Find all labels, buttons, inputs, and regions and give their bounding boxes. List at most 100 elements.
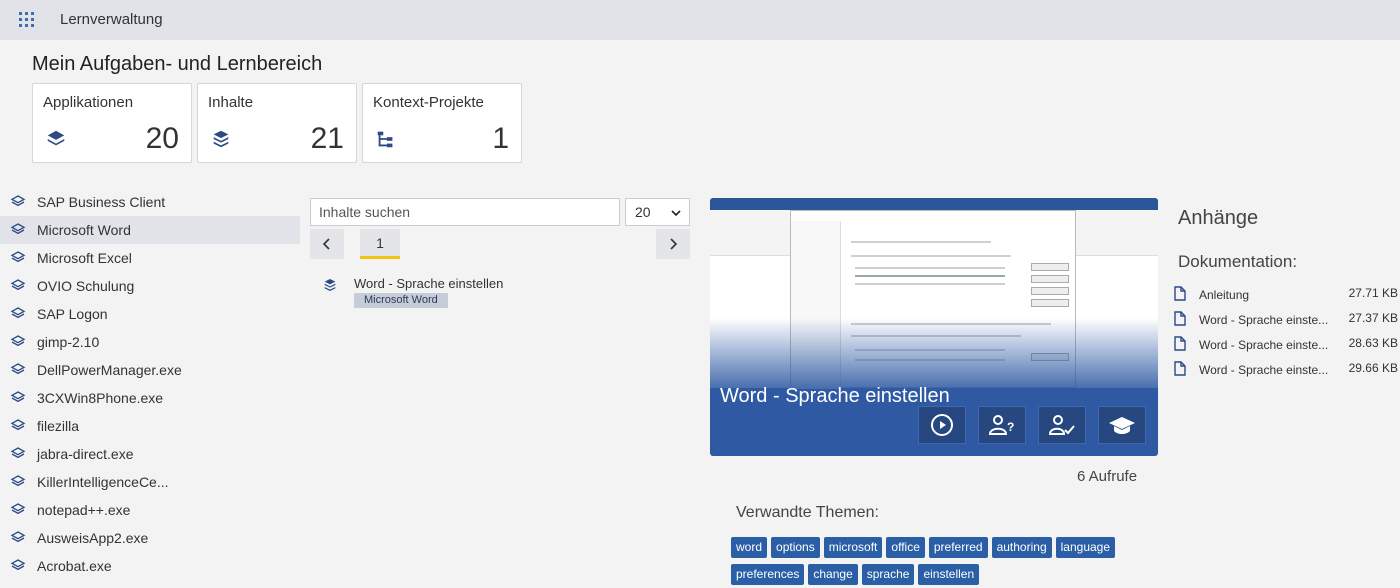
- stack-icon: [213, 130, 229, 148]
- application-label: KillerIntelligenceCe...: [37, 474, 169, 490]
- application-list-item[interactable]: gimp-2.10: [0, 328, 300, 356]
- content-preview-card: Word - Sprache einstellen ?: [710, 198, 1158, 456]
- page-size-value: 20: [635, 204, 651, 220]
- topic-tag[interactable]: preferences: [731, 564, 805, 585]
- view-count: 6 Aufrufe: [1077, 468, 1138, 485]
- application-label: AusweisApp2.exe: [37, 530, 149, 546]
- topic-tag[interactable]: options: [771, 537, 820, 558]
- topic-tag[interactable]: language: [1055, 537, 1116, 558]
- pager-current-page[interactable]: 1: [360, 229, 400, 259]
- attachment-size: 29.66 KB: [1348, 361, 1398, 375]
- application-list-item[interactable]: OVIO Schulung: [0, 272, 300, 300]
- application-label: DellPowerManager.exe: [37, 362, 182, 378]
- content-title: Word - Sprache einstellen: [354, 276, 504, 291]
- application-list-item[interactable]: Microsoft Excel: [0, 244, 300, 272]
- topic-tag[interactable]: word: [731, 537, 768, 558]
- attachment-size: 27.37 KB: [1348, 311, 1398, 325]
- application-list-item[interactable]: DellPowerManager.exe: [0, 356, 300, 384]
- application-list-item[interactable]: SAP Business Client: [0, 188, 300, 216]
- attachment-row[interactable]: Anleitung 27.71 KB: [1174, 286, 1400, 306]
- application-list-item[interactable]: Acrobat.exe: [0, 552, 300, 580]
- attachment-row[interactable]: Word - Sprache einste... 29.66 KB: [1174, 361, 1400, 381]
- app-grid-icon[interactable]: [19, 12, 34, 27]
- layers-icon: [10, 531, 26, 543]
- application-list-item[interactable]: Microsoft Word: [0, 216, 300, 244]
- attachments-title: Anhänge: [1178, 207, 1259, 229]
- application-list-item[interactable]: filezilla: [0, 412, 300, 440]
- application-list-item[interactable]: 3CXWin8Phone.exe: [0, 384, 300, 412]
- stat-card-context-projects[interactable]: Kontext-Projekte 1: [362, 83, 522, 163]
- stat-label: Kontext-Projekte: [373, 94, 484, 111]
- attachment-name: Word - Sprache einste...: [1199, 363, 1329, 377]
- application-label: 3CXWin8Phone.exe: [37, 390, 164, 406]
- layers-icon: [10, 279, 26, 291]
- application-list-item[interactable]: notepad++.exe: [0, 496, 300, 524]
- stat-card-applications[interactable]: Applikationen 20: [32, 83, 192, 163]
- topic-tag[interactable]: microsoft: [823, 537, 883, 558]
- layers-icon: [10, 419, 26, 431]
- attachment-size: 28.63 KB: [1348, 336, 1398, 350]
- layers-icon: [10, 363, 26, 375]
- layers-icon: [10, 475, 26, 487]
- attachment-row[interactable]: Word - Sprache einste... 28.63 KB: [1174, 336, 1400, 356]
- chevron-down-icon: [671, 210, 681, 217]
- stat-label: Applikationen: [43, 94, 134, 111]
- application-label: notepad++.exe: [37, 502, 131, 518]
- related-topics-tags: word options microsoft office preferred autho…: [731, 537, 1151, 585]
- layers-icon: [10, 251, 26, 263]
- layers-icon: [47, 130, 65, 146]
- practice-button[interactable]: [1038, 406, 1086, 444]
- file-icon: [1174, 286, 1186, 301]
- topic-tag[interactable]: office: [886, 537, 925, 558]
- layers-icon: [10, 391, 26, 403]
- related-topics-title: Verwandte Themen:: [736, 504, 879, 521]
- sitemap-icon: [377, 131, 393, 148]
- layers-icon: [10, 559, 26, 571]
- application-label: OVIO Schulung: [37, 278, 135, 294]
- stat-value: 1: [492, 122, 509, 155]
- stat-card-contents[interactable]: Inhalte 21: [197, 83, 357, 163]
- topic-tag[interactable]: change: [808, 564, 858, 585]
- stack-icon: [324, 279, 336, 291]
- layers-icon: [10, 223, 26, 235]
- topic-tag[interactable]: authoring: [991, 537, 1052, 558]
- attachment-name: Anleitung: [1199, 288, 1250, 302]
- svg-text:?: ?: [1007, 420, 1014, 434]
- stat-value: 20: [145, 122, 179, 155]
- attachment-row[interactable]: Word - Sprache einste... 27.37 KB: [1174, 311, 1400, 331]
- documentation-heading: Dokumentation:: [1178, 252, 1298, 271]
- page-size-select[interactable]: 20: [625, 198, 690, 226]
- application-label: SAP Logon: [37, 306, 108, 322]
- application-list-item[interactable]: AusweisApp2.exe: [0, 524, 300, 552]
- user-question-icon: ?: [988, 415, 1014, 435]
- pager-prev-button[interactable]: [310, 229, 344, 259]
- chevron-left-icon: [322, 238, 330, 250]
- play-icon: [931, 414, 953, 436]
- topic-tag[interactable]: preferred: [928, 537, 988, 558]
- learn-button[interactable]: [1098, 406, 1146, 444]
- attachment-name: Word - Sprache einste...: [1199, 338, 1329, 352]
- application-list: SAP Business Client Microsoft Word Microso…: [0, 188, 300, 580]
- application-label: jabra-direct.exe: [37, 446, 134, 462]
- application-label: Acrobat.exe: [37, 558, 112, 574]
- application-list-item[interactable]: SAP Logon: [0, 300, 300, 328]
- content-app-tag: Microsoft Word: [354, 293, 448, 308]
- search-input[interactable]: [310, 198, 620, 226]
- layers-icon: [10, 503, 26, 515]
- play-button[interactable]: [918, 406, 966, 444]
- application-list-item[interactable]: KillerIntelligenceCe...: [0, 468, 300, 496]
- stat-label: Inhalte: [208, 94, 254, 111]
- application-label: gimp-2.10: [37, 334, 100, 350]
- topic-tag[interactable]: sprache: [861, 564, 915, 585]
- pager-next-button[interactable]: [656, 229, 690, 259]
- layers-icon: [10, 335, 26, 347]
- guided-help-button[interactable]: ?: [978, 406, 1026, 444]
- app-title: Lernverwaltung: [60, 11, 163, 28]
- layers-icon: [10, 195, 26, 207]
- application-list-item[interactable]: jabra-direct.exe: [0, 440, 300, 468]
- content-list-item[interactable]: Word - Sprache einstellen Microsoft Word: [320, 275, 680, 311]
- topic-tag[interactable]: einstellen: [918, 564, 980, 585]
- chevron-right-icon: [670, 238, 678, 250]
- file-icon: [1174, 361, 1186, 376]
- user-check-icon: [1048, 415, 1075, 435]
